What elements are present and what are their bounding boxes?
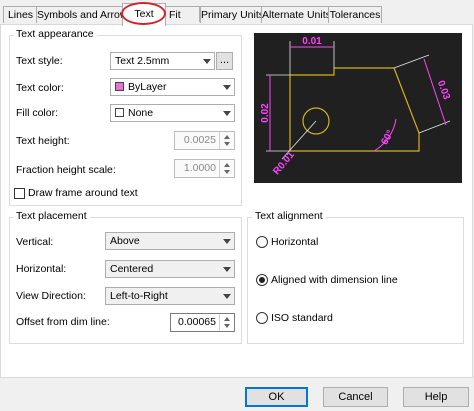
text-placement-legend: Text placement	[13, 210, 90, 222]
fraction-height-stepper[interactable]: 1.0000	[174, 159, 235, 178]
tab-tolerances[interactable]: Tolerances	[328, 6, 382, 23]
chevron-down-icon	[219, 79, 234, 95]
tab-lines[interactable]: Lines	[3, 6, 38, 23]
text-color-dropdown[interactable]: ByLayer	[110, 78, 235, 96]
chevron-down-icon	[219, 261, 234, 277]
text-style-browse-button[interactable]: ...	[216, 52, 233, 70]
tab-primary-units[interactable]: Primary Units	[200, 6, 264, 23]
dim-radius-text: R0.01	[271, 149, 297, 177]
dim-top-text: 0.01	[302, 36, 322, 47]
chevron-down-icon	[199, 53, 214, 69]
cancel-button[interactable]: Cancel	[323, 387, 388, 407]
spin-arrows-icon[interactable]	[219, 160, 234, 177]
tab-bar: Lines Symbols and Arrows Text Fit Primar…	[0, 0, 474, 26]
help-button[interactable]: Help	[403, 387, 469, 407]
spin-arrows-icon[interactable]	[219, 132, 234, 149]
text-alignment-legend: Text alignment	[252, 210, 326, 222]
text-height-value: 0.0025	[183, 134, 216, 146]
horizontal-value: Centered	[110, 263, 154, 275]
vertical-label: Vertical:	[16, 236, 54, 248]
vertical-value: Above	[110, 235, 140, 247]
chevron-down-icon	[219, 233, 234, 249]
radio-horizontal-label: Horizontal	[271, 236, 319, 248]
text-style-label: Text style:	[16, 55, 63, 67]
dim-angle-text: 60°	[379, 128, 396, 147]
text-color-value: ByLayer	[128, 81, 167, 93]
fill-color-label: Fill color:	[16, 107, 59, 119]
radio-iso-standard[interactable]	[256, 312, 268, 324]
fraction-height-label: Fraction height scale:	[16, 164, 116, 176]
vertical-dropdown[interactable]: Above	[105, 232, 235, 250]
empty-swatch-icon	[115, 108, 124, 117]
fill-color-value: None	[128, 107, 154, 119]
text-appearance-legend: Text appearance	[13, 28, 97, 40]
dim-left-text: 0.02	[260, 103, 271, 123]
horizontal-label: Horizontal:	[16, 263, 67, 275]
tab-text[interactable]: Text	[122, 3, 166, 26]
radio-aligned[interactable]	[256, 274, 268, 286]
offset-value: 0.00065	[178, 316, 216, 328]
text-style-dropdown[interactable]: Text 2.5mm	[110, 52, 215, 70]
preview-drawing: 0.01 0.02 0.03 60° R0.01	[260, 36, 452, 177]
draw-frame-label: Draw frame around text	[28, 187, 138, 199]
dimension-preview: 0.01 0.02 0.03 60° R0.01	[254, 33, 462, 183]
view-direction-value: Left-to-Right	[110, 290, 168, 302]
spin-arrows-icon[interactable]	[219, 314, 234, 331]
draw-frame-checkbox[interactable]	[14, 188, 25, 199]
text-height-label: Text height:	[16, 135, 70, 147]
text-style-value: Text 2.5mm	[115, 55, 170, 67]
fraction-height-value: 1.0000	[183, 162, 216, 174]
fill-color-dropdown[interactable]: None	[110, 104, 235, 122]
horizontal-dropdown[interactable]: Centered	[105, 260, 235, 278]
view-direction-dropdown[interactable]: Left-to-Right	[105, 287, 235, 305]
chevron-down-icon	[219, 288, 234, 304]
radio-horizontal[interactable]	[256, 236, 268, 248]
tab-fit[interactable]: Fit	[164, 6, 200, 22]
offset-stepper[interactable]: 0.00065	[170, 313, 235, 332]
tab-alternate-units[interactable]: Alternate Units	[261, 6, 331, 23]
radio-iso-label: ISO standard	[271, 312, 333, 324]
text-color-label: Text color:	[16, 82, 64, 94]
offset-label: Offset from dim line:	[16, 316, 110, 328]
color-swatch-icon	[115, 82, 124, 91]
text-height-stepper[interactable]: 0.0025	[174, 131, 235, 150]
tab-symbols-and-arrows[interactable]: Symbols and Arrows	[36, 6, 133, 23]
ok-button[interactable]: OK	[245, 387, 308, 407]
view-direction-label: View Direction:	[16, 290, 86, 302]
chevron-down-icon	[219, 105, 234, 121]
radio-aligned-label: Aligned with dimension line	[271, 274, 398, 286]
